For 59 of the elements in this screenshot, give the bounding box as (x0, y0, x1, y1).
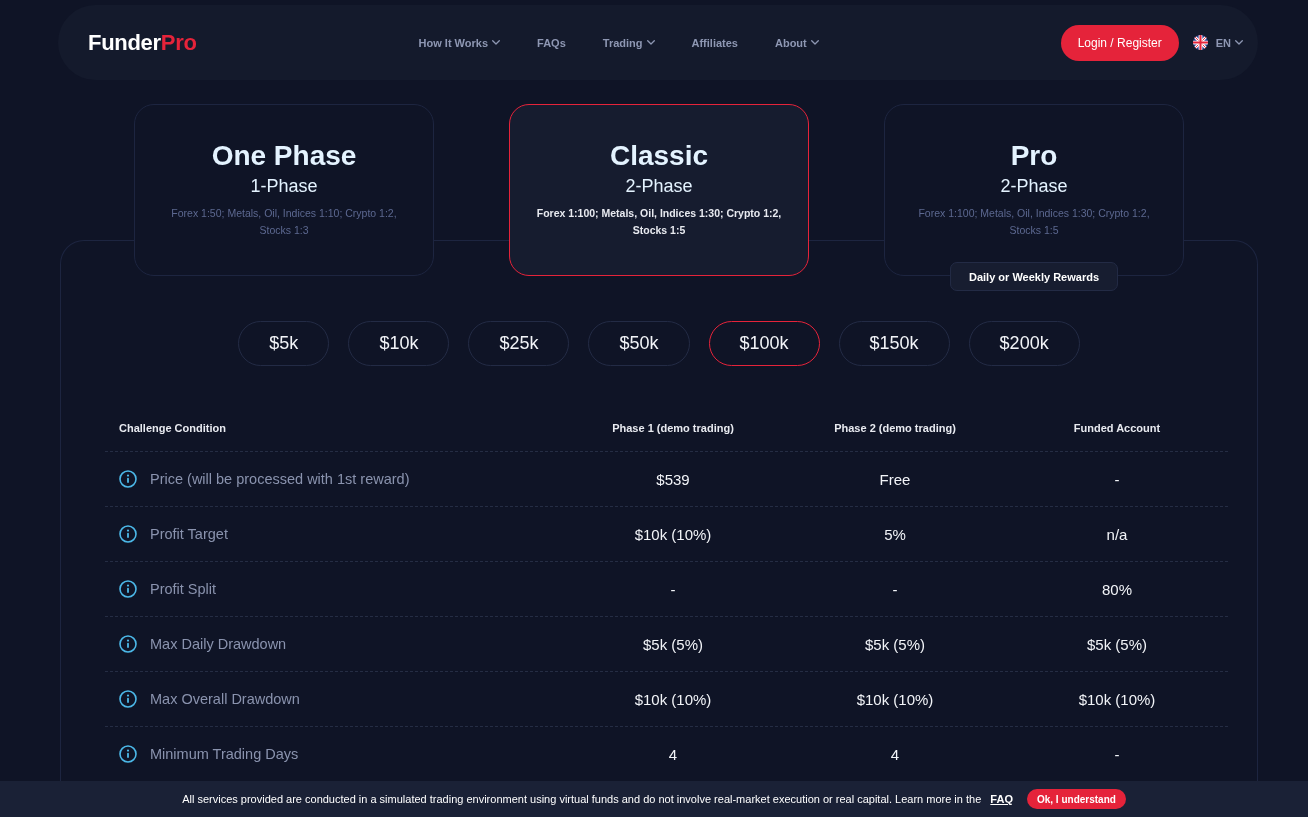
leverage-text: Forex 1:100; Metals, Oil, Indices 1:30; Crypto 1:2, Stocks 1:5 (917, 206, 1151, 238)
table-cell: 4 (668, 745, 678, 763)
column-header: Challenge Condition (119, 422, 226, 434)
info-icon[interactable] (119, 745, 137, 763)
plan-title: One Phase (211, 139, 357, 173)
flag-icon (1192, 35, 1208, 50)
accept-button[interactable]: Ok, I understand (1026, 789, 1126, 809)
column-header: Phase 1 (demo trading) (612, 422, 734, 434)
info-icon[interactable] (119, 470, 137, 488)
nav-link[interactable]: About (774, 36, 819, 49)
table-cell: $5k (5%) (865, 635, 925, 653)
table-cell: $5k (5%) (1087, 635, 1147, 653)
info-icon[interactable] (119, 635, 137, 653)
condition-label: Minimum Trading Days (150, 746, 299, 762)
table-cell: 4 (890, 745, 900, 763)
faq-link[interactable]: FAQ (990, 793, 1013, 805)
chevron-down-icon (1235, 40, 1243, 45)
table-cell: $5k (5%) (643, 635, 703, 653)
table-cell: 80% (1102, 580, 1132, 598)
condition-label: Profit Split (150, 581, 217, 597)
info-icon[interactable] (119, 525, 137, 543)
table-cell: n/a (1106, 525, 1128, 543)
rewards-badge: Daily or Weekly Rewards (950, 262, 1118, 291)
login-register-button[interactable]: Login / Register (1060, 24, 1179, 61)
table-cell: $10k (10%) (856, 690, 934, 708)
plan-subtitle: 2-Phase (1000, 175, 1068, 197)
notice-text: All services provided are conducted in a simulated trading environment using virtual funds and do not involve real-market execution or real capital. Learn more in the FAQ (182, 793, 1013, 805)
plan-title: Classic (609, 139, 709, 173)
logo[interactable]: FunderPro (88, 29, 197, 56)
table-cell: 5% (884, 525, 906, 543)
plan-title: Pro (1010, 139, 1058, 173)
plan-subtitle: 2-Phase (625, 175, 693, 197)
table-cell: - (1114, 745, 1120, 763)
condition-label: Max Daily Drawdown (150, 636, 287, 652)
condition-label: Max Overall Drawdown (150, 691, 300, 707)
plan-card[interactable]: Classic 2-Phase Forex 1:100; Metals, Oil, Indices 1:30; Crypto 1:2, Stocks 1:5 (509, 104, 809, 276)
condition-label: Profit Target (150, 526, 228, 542)
table-cell: - (1114, 470, 1120, 488)
table-cell: $539 (656, 470, 690, 488)
language-selector[interactable]: EN (1215, 36, 1243, 49)
info-icon[interactable] (119, 580, 137, 598)
nav-link[interactable]: How It Works (418, 36, 501, 49)
leverage-text: Forex 1:100; Metals, Oil, Indices 1:30; Crypto 1:2, Stocks 1:5 (535, 206, 783, 238)
column-header: Phase 2 (demo trading) (834, 422, 956, 434)
table-cell: - (892, 580, 898, 598)
table-cell: $10k (10%) (634, 690, 712, 708)
column-header: Funded Account (1073, 422, 1161, 434)
leverage-text: Forex 1:50; Metals, Oil, Indices 1:10; Crypto 1:2, Stocks 1:3 (170, 206, 398, 238)
info-icon[interactable] (119, 690, 137, 708)
table-cell: $10k (10%) (1078, 690, 1156, 708)
table-cell: Free (879, 470, 911, 488)
table-cell: $10k (10%) (634, 525, 712, 543)
nav-link[interactable]: Affiliates (691, 36, 738, 49)
table-cell: - (670, 580, 676, 598)
nav-link[interactable]: FAQs (537, 36, 566, 49)
condition-label: Price (will be processed with 1st reward) (150, 471, 410, 487)
plan-subtitle: 1-Phase (250, 175, 318, 197)
plan-card[interactable]: One Phase 1-Phase Forex 1:50; Metals, Oil, Indices 1:10; Crypto 1:2, Stocks 1:3 (134, 104, 434, 276)
nav-link[interactable]: Trading (602, 36, 655, 49)
